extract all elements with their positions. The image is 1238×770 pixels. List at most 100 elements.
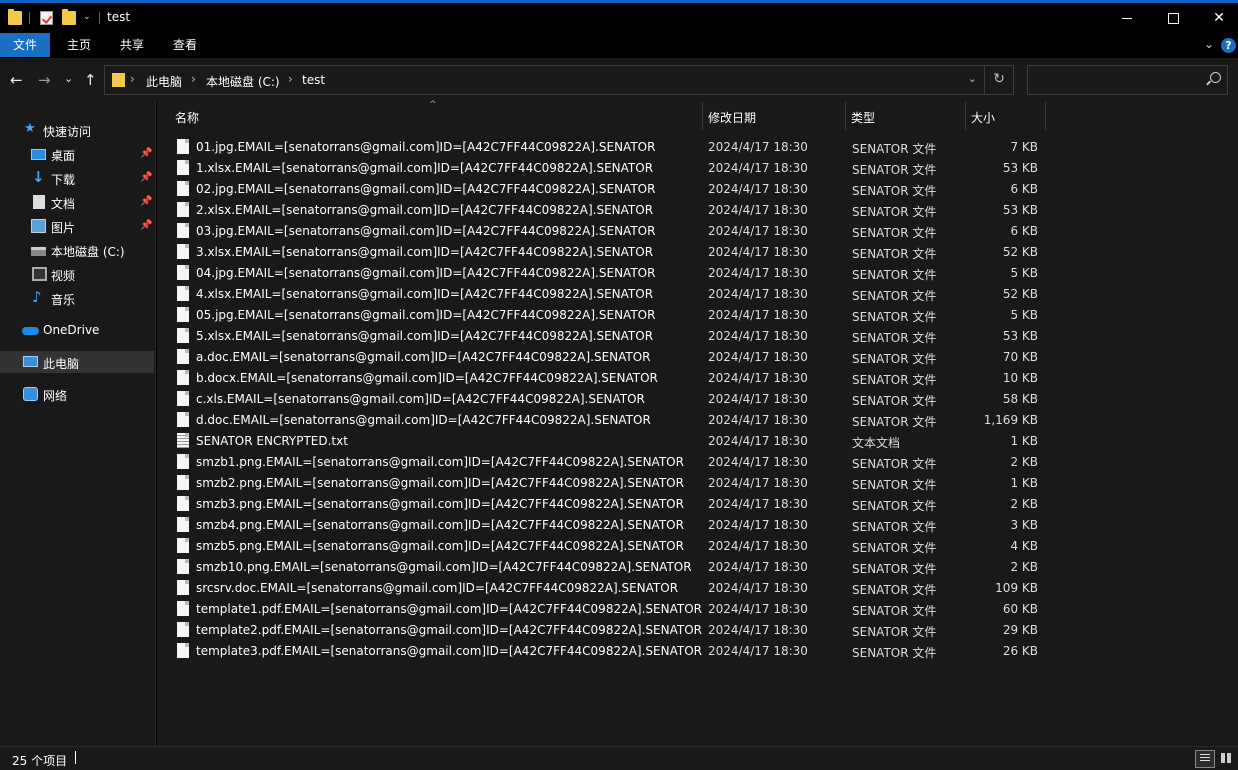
file-name: smzb1.png.EMAIL=[senatorrans@gmail.com]I… — [196, 455, 684, 469]
table-row[interactable]: 1.xlsx.EMAIL=[senatorrans@gmail.com]ID=[… — [157, 157, 1038, 178]
table-row[interactable]: 5.xlsx.EMAIL=[senatorrans@gmail.com]ID=[… — [157, 325, 1038, 346]
column-header-name[interactable]: 名称 — [157, 102, 702, 130]
breadcrumb-this-pc[interactable]: 此电脑 — [146, 73, 182, 90]
table-row[interactable]: SENATOR ENCRYPTED.txt 2024/4/17 18:30 文本文档… — [157, 430, 1038, 451]
table-row[interactable]: template1.pdf.EMAIL=[senatorrans@gmail.c… — [157, 598, 1038, 619]
sidebar-item-downloads[interactable]: ↓ 下载 📌 — [0, 167, 154, 189]
tab-home[interactable]: 主页 — [54, 33, 104, 57]
table-row[interactable]: srcsrv.doc.EMAIL=[senatorrans@gmail.com]… — [157, 577, 1038, 598]
sidebar-item-desktop[interactable]: 桌面 📌 — [0, 143, 154, 165]
sidebar-item-quick-access[interactable]: ★ 快速访问 — [0, 119, 154, 141]
pin-icon[interactable]: 📌 — [140, 196, 152, 207]
pin-icon[interactable]: 📌 — [140, 220, 152, 231]
column-header-size[interactable]: 大小 — [966, 102, 1045, 130]
customize-toolbar-icon[interactable]: ⌄ — [83, 12, 91, 22]
sidebar-item-documents[interactable]: 文档 📌 — [0, 191, 154, 213]
file-name: 01.jpg.EMAIL=[senatorrans@gmail.com]ID=[… — [196, 140, 656, 154]
tab-share[interactable]: 共享 — [107, 33, 157, 57]
table-row[interactable]: b.docx.EMAIL=[senatorrans@gmail.com]ID=[… — [157, 367, 1038, 388]
table-row[interactable]: smzb10.png.EMAIL=[senatorrans@gmail.com]… — [157, 556, 1038, 577]
table-row[interactable]: c.xls.EMAIL=[senatorrans@gmail.com]ID=[A… — [157, 388, 1038, 409]
file-icon — [177, 181, 189, 196]
table-row[interactable]: template3.pdf.EMAIL=[senatorrans@gmail.c… — [157, 640, 1038, 661]
help-icon[interactable]: ? — [1221, 38, 1236, 53]
breadcrumb-separator[interactable]: › — [130, 72, 135, 86]
file-size: 7 KB — [1010, 140, 1038, 154]
address-dropdown-icon[interactable]: ⌄ — [968, 72, 977, 85]
sidebar-item-label: 图片 — [51, 221, 76, 235]
table-row[interactable]: smzb3.png.EMAIL=[senatorrans@gmail.com]I… — [157, 493, 1038, 514]
recent-locations-button[interactable]: ⌄ — [64, 72, 73, 85]
file-modified-date: 2024/4/17 18:30 — [708, 308, 808, 322]
table-row[interactable]: 4.xlsx.EMAIL=[senatorrans@gmail.com]ID=[… — [157, 283, 1038, 304]
table-row[interactable]: a.doc.EMAIL=[senatorrans@gmail.com]ID=[A… — [157, 346, 1038, 367]
tab-view[interactable]: 查看 — [160, 33, 210, 57]
file-modified-date: 2024/4/17 18:30 — [708, 266, 808, 280]
forward-button[interactable]: → — [38, 71, 51, 89]
sidebar-item-network[interactable]: 网络 — [0, 383, 154, 405]
breadcrumb-separator[interactable]: › — [288, 72, 293, 86]
table-row[interactable]: smzb4.png.EMAIL=[senatorrans@gmail.com]I… — [157, 514, 1038, 535]
table-row[interactable]: 2.xlsx.EMAIL=[senatorrans@gmail.com]ID=[… — [157, 199, 1038, 220]
file-name: smzb3.png.EMAIL=[senatorrans@gmail.com]I… — [196, 497, 684, 511]
table-row[interactable]: smzb2.png.EMAIL=[senatorrans@gmail.com]I… — [157, 472, 1038, 493]
up-button[interactable]: ↑ — [84, 71, 97, 89]
folder-icon[interactable] — [8, 9, 22, 25]
file-name: smzb2.png.EMAIL=[senatorrans@gmail.com]I… — [196, 476, 684, 490]
sidebar-item-this-pc[interactable]: 此电脑 — [0, 351, 154, 373]
file-size: 1 KB — [1010, 434, 1038, 448]
properties-icon[interactable] — [40, 11, 53, 25]
title-bar[interactable]: ⌄ test ✕ — [0, 3, 1238, 33]
sidebar-item-label: OneDrive — [43, 323, 100, 337]
close-button[interactable]: ✕ — [1196, 3, 1238, 33]
search-icon[interactable] — [1210, 72, 1221, 83]
search-input[interactable] — [1032, 70, 1202, 90]
expand-ribbon-icon[interactable]: ⌄ — [1204, 37, 1214, 51]
details-view-button[interactable] — [1195, 750, 1215, 768]
refresh-icon[interactable]: ↻ — [993, 71, 1005, 87]
pin-icon[interactable]: 📌 — [140, 172, 152, 183]
column-header-modified[interactable]: 修改日期 — [703, 102, 845, 130]
table-row[interactable]: 03.jpg.EMAIL=[senatorrans@gmail.com]ID=[… — [157, 220, 1038, 241]
back-button[interactable]: ← — [10, 71, 23, 89]
breadcrumb-local-disk[interactable]: 本地磁盘 (C:) — [206, 73, 280, 90]
file-name: 3.xlsx.EMAIL=[senatorrans@gmail.com]ID=[… — [196, 245, 654, 259]
desktop-icon — [31, 149, 46, 160]
file-icon — [177, 370, 189, 385]
table-row[interactable]: 04.jpg.EMAIL=[senatorrans@gmail.com]ID=[… — [157, 262, 1038, 283]
large-icons-view-button[interactable] — [1217, 750, 1237, 768]
table-row[interactable]: 05.jpg.EMAIL=[senatorrans@gmail.com]ID=[… — [157, 304, 1038, 325]
table-row[interactable]: 02.jpg.EMAIL=[senatorrans@gmail.com]ID=[… — [157, 178, 1038, 199]
file-type: SENATOR 文件 — [852, 478, 937, 492]
address-bar[interactable]: › 此电脑 › 本地磁盘 (C:) › test ⌄ ↻ — [104, 65, 1014, 95]
table-row[interactable]: 3.xlsx.EMAIL=[senatorrans@gmail.com]ID=[… — [157, 241, 1038, 262]
file-name: b.docx.EMAIL=[senatorrans@gmail.com]ID=[… — [196, 371, 658, 385]
sidebar-item-label: 音乐 — [51, 293, 76, 307]
sidebar-item-onedrive[interactable]: OneDrive — [0, 319, 154, 341]
file-type: SENATOR 文件 — [852, 205, 937, 219]
file-modified-date: 2024/4/17 18:30 — [708, 602, 808, 616]
breadcrumb-separator[interactable]: › — [191, 72, 196, 86]
minimize-button[interactable] — [1104, 3, 1150, 33]
sidebar-item-music[interactable]: ♪ 音乐 — [0, 287, 154, 309]
sidebar-item-pictures[interactable]: 图片 📌 — [0, 215, 154, 237]
sidebar-item-videos[interactable]: 视频 — [0, 263, 154, 285]
maximize-button[interactable] — [1150, 3, 1196, 33]
table-row[interactable]: template2.pdf.EMAIL=[senatorrans@gmail.c… — [157, 619, 1038, 640]
table-row[interactable]: smzb5.png.EMAIL=[senatorrans@gmail.com]I… — [157, 535, 1038, 556]
file-size: 70 KB — [1002, 350, 1038, 364]
table-row[interactable]: 01.jpg.EMAIL=[senatorrans@gmail.com]ID=[… — [157, 136, 1038, 157]
table-row[interactable]: smzb1.png.EMAIL=[senatorrans@gmail.com]I… — [157, 451, 1038, 472]
column-header-type[interactable]: 类型 — [846, 102, 965, 130]
file-size: 5 KB — [1010, 308, 1038, 322]
new-folder-icon[interactable] — [62, 9, 76, 25]
navigation-bar: ← → ⌄ ↑ › 此电脑 › 本地磁盘 (C:) › test ⌄ ↻ — [0, 58, 1238, 102]
sidebar-item-local-disk[interactable]: 本地磁盘 (C:) — [0, 239, 154, 261]
column-resize-handle[interactable] — [1045, 102, 1046, 130]
tab-file[interactable]: 文件 — [0, 33, 51, 57]
search-box[interactable] — [1027, 65, 1228, 95]
breadcrumb-test[interactable]: test — [302, 73, 325, 87]
file-modified-date: 2024/4/17 18:30 — [708, 329, 808, 343]
table-row[interactable]: d.doc.EMAIL=[senatorrans@gmail.com]ID=[A… — [157, 409, 1038, 430]
pin-icon[interactable]: 📌 — [140, 148, 152, 159]
